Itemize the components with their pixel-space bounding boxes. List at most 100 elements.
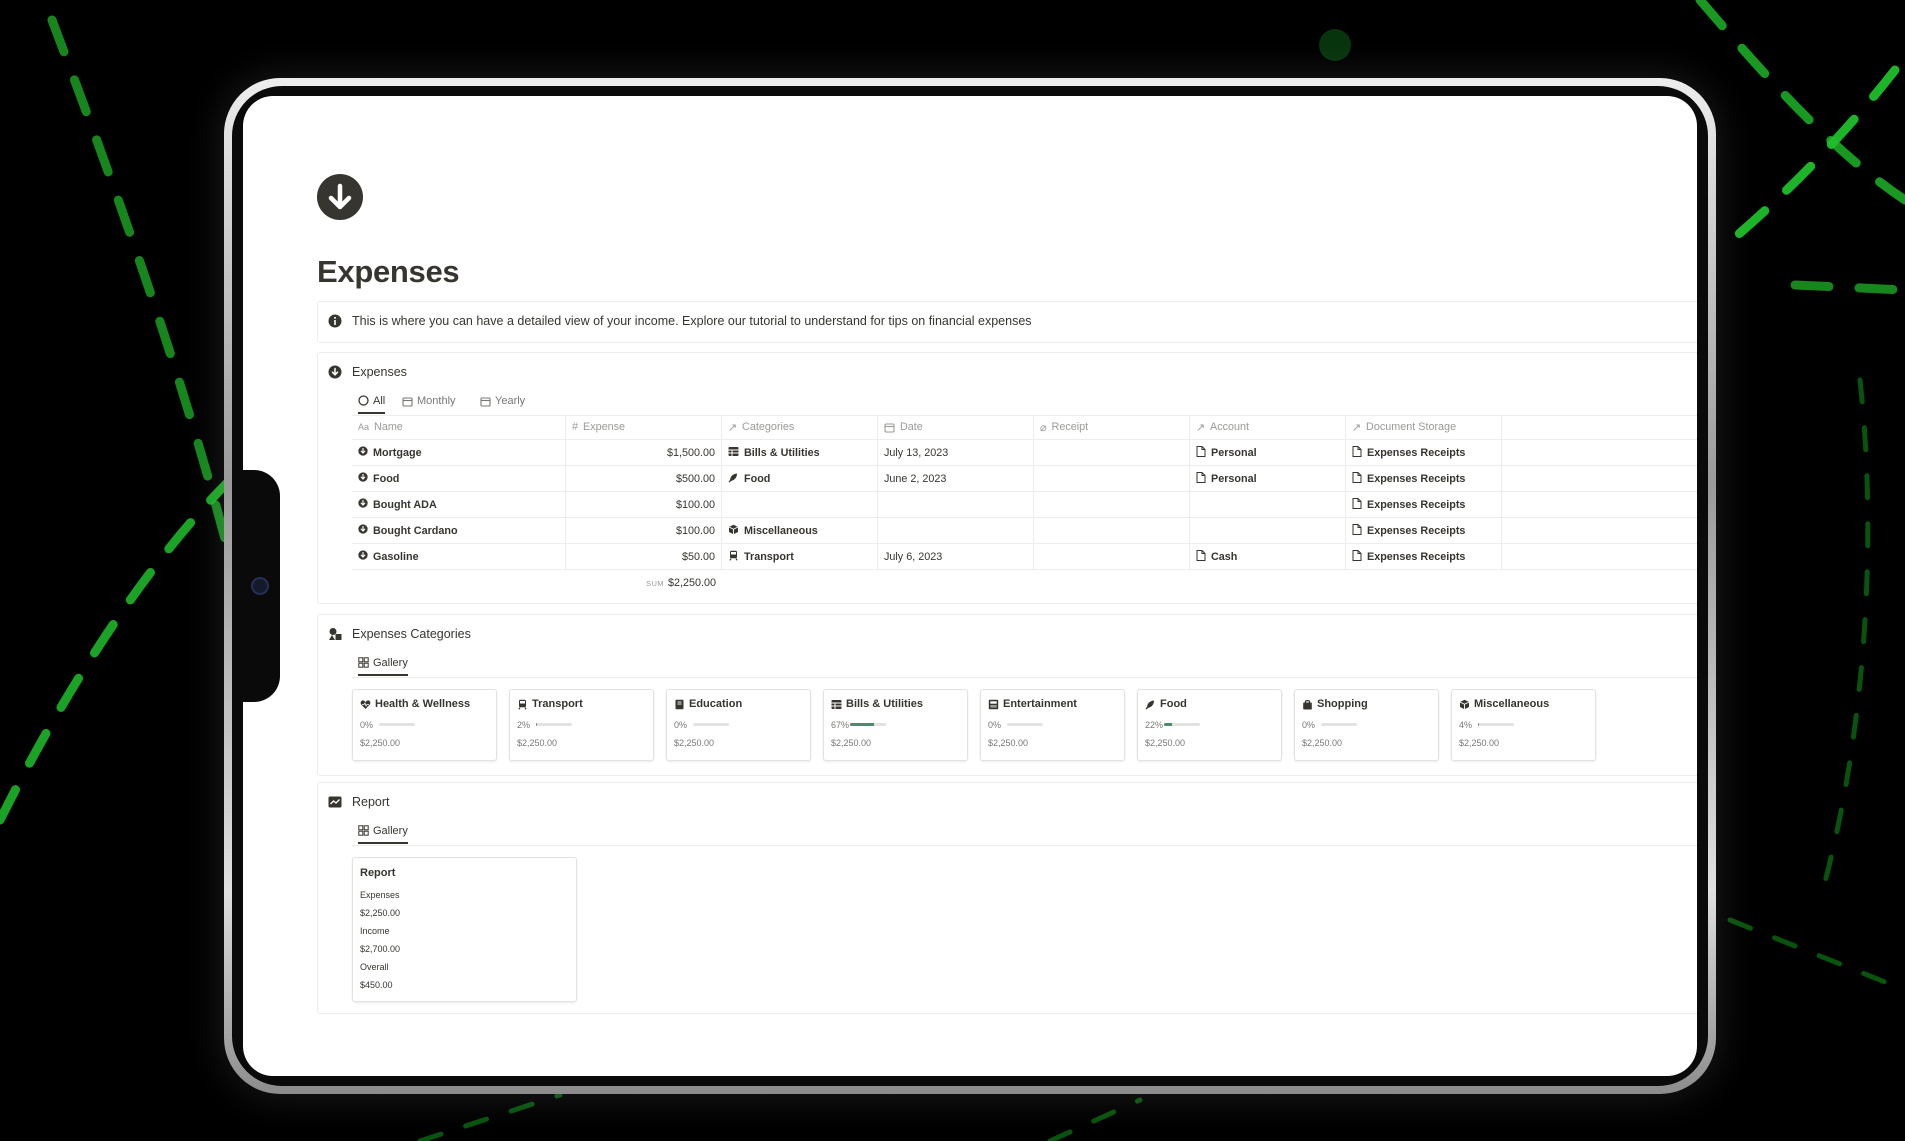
- circle-icon: [358, 395, 369, 406]
- column-header-date[interactable]: Date: [878, 415, 1034, 439]
- progress-bar: [1164, 723, 1200, 726]
- cell-expense[interactable]: $1,500.00: [566, 440, 722, 465]
- tab-all[interactable]: All: [358, 389, 386, 414]
- tab-gallery[interactable]: Gallery: [358, 651, 408, 676]
- category-card[interactable]: Miscellaneous 4% $2,250.00: [1451, 689, 1596, 761]
- cell-name[interactable]: Gasoline: [352, 544, 566, 569]
- column-header-document-storage[interactable]: ↗ Document Storage: [1346, 415, 1502, 439]
- cell-receipt[interactable]: [1034, 466, 1190, 491]
- arrow-down-circle-icon: [358, 524, 368, 537]
- cell-receipt[interactable]: [1034, 518, 1190, 543]
- row-document-storage[interactable]: Expenses Receipts: [1367, 551, 1465, 563]
- database-title[interactable]: Expenses Categories: [352, 627, 471, 641]
- row-document-storage[interactable]: Expenses Receipts: [1367, 525, 1465, 537]
- cell-document-storage[interactable]: Expenses Receipts: [1346, 544, 1502, 569]
- arrow-down-circle-icon: [358, 550, 368, 563]
- cell-name[interactable]: Mortgage: [352, 440, 566, 465]
- cell-receipt[interactable]: [1034, 440, 1190, 465]
- report-card[interactable]: Report Expenses $2,250.00 Income $2,700.…: [352, 857, 577, 1002]
- sum-row: SUM $2,250.00: [352, 570, 1697, 596]
- cell-date[interactable]: July 13, 2023: [878, 440, 1034, 465]
- cell-account[interactable]: [1190, 518, 1346, 543]
- tab-gallery[interactable]: Gallery: [358, 819, 408, 844]
- category-card[interactable]: Transport 2% $2,250.00: [509, 689, 654, 761]
- column-header-name[interactable]: Aa Name: [352, 415, 566, 439]
- cell-expense[interactable]: $500.00: [566, 466, 722, 491]
- column-header-receipt[interactable]: ⌀ Receipt: [1034, 415, 1190, 439]
- cell-document-storage[interactable]: Expenses Receipts: [1346, 466, 1502, 491]
- cell-account[interactable]: [1190, 492, 1346, 517]
- cell-account[interactable]: Cash: [1190, 544, 1346, 569]
- card-amount: $2,250.00: [517, 738, 558, 748]
- cell-categories[interactable]: [722, 492, 878, 517]
- cell-name[interactable]: Food: [352, 466, 566, 491]
- cell-expense[interactable]: $100.00: [566, 518, 722, 543]
- cell-categories[interactable]: Miscellaneous: [722, 518, 878, 543]
- category-card[interactable]: Entertainment 0% $2,250.00: [980, 689, 1125, 761]
- category-card[interactable]: Food 22% $2,250.00: [1137, 689, 1282, 761]
- row-account[interactable]: Cash: [1211, 551, 1237, 563]
- table-row[interactable]: Bought ADA $100.00 Expenses Receipts: [352, 492, 1697, 518]
- cell-date[interactable]: July 6, 2023: [878, 544, 1034, 569]
- cell-document-storage[interactable]: Expenses Receipts: [1346, 492, 1502, 517]
- column-header-empty: [1502, 415, 1697, 439]
- row-document-storage[interactable]: Expenses Receipts: [1367, 499, 1465, 511]
- database-title[interactable]: Expenses: [352, 365, 407, 379]
- cell-date[interactable]: June 2, 2023: [878, 466, 1034, 491]
- column-header-categories[interactable]: ↗ Categories: [722, 415, 878, 439]
- cell-account[interactable]: Personal: [1190, 466, 1346, 491]
- cell-name[interactable]: Bought ADA: [352, 492, 566, 517]
- table-row[interactable]: Food $500.00 Food June 2, 2023 Personal Expen…: [352, 466, 1697, 492]
- cell-date[interactable]: [878, 518, 1034, 543]
- row-account[interactable]: Personal: [1211, 447, 1257, 459]
- sum-calculation[interactable]: SUM $2,250.00: [566, 570, 722, 596]
- row-date: July 13, 2023: [884, 446, 949, 459]
- expenses-value: $2,250.00: [360, 908, 401, 918]
- row-category[interactable]: Miscellaneous: [744, 525, 818, 537]
- cell-categories[interactable]: Food: [722, 466, 878, 491]
- row-document-storage[interactable]: Expenses Receipts: [1367, 473, 1465, 485]
- card-title: Miscellaneous: [1459, 698, 1549, 710]
- category-card[interactable]: Shopping 0% $2,250.00: [1294, 689, 1439, 761]
- page-icon: [1196, 471, 1206, 486]
- cell-expense[interactable]: $100.00: [566, 492, 722, 517]
- income-label: Income: [360, 926, 390, 936]
- cell-document-storage[interactable]: Expenses Receipts: [1346, 518, 1502, 543]
- row-name: Gasoline: [373, 550, 419, 563]
- column-header-expense[interactable]: # Expense: [566, 415, 722, 439]
- card-title-text: Miscellaneous: [1474, 698, 1550, 710]
- row-document-storage[interactable]: Expenses Receipts: [1367, 447, 1465, 459]
- database-title[interactable]: Report: [352, 795, 390, 809]
- row-category[interactable]: Food: [744, 473, 770, 485]
- table-row[interactable]: Bought Cardano $100.00 Miscellaneous Expens…: [352, 518, 1697, 544]
- table-row[interactable]: Gasoline $50.00 Transport July 6, 2023 Cash E…: [352, 544, 1697, 570]
- row-account[interactable]: Personal: [1211, 473, 1257, 485]
- card-title-text: Food: [1160, 698, 1187, 710]
- card-percent: 22%: [1145, 720, 1164, 730]
- card-percent: 0%: [1302, 720, 1316, 730]
- card-amount: $2,250.00: [1145, 738, 1186, 748]
- cell-name[interactable]: Bought Cardano: [352, 518, 566, 543]
- tab-yearly[interactable]: Yearly: [480, 389, 525, 413]
- card-amount: $2,250.00: [674, 738, 715, 748]
- cell-document-storage[interactable]: Expenses Receipts: [1346, 440, 1502, 465]
- page-icon: [1196, 549, 1206, 564]
- cell-receipt[interactable]: [1034, 492, 1190, 517]
- cell-receipt[interactable]: [1034, 544, 1190, 569]
- column-header-account[interactable]: ↗ Account: [1190, 415, 1346, 439]
- table-row[interactable]: Mortgage $1,500.00 Bills & Utilities July 1…: [352, 440, 1697, 466]
- cell-account[interactable]: Personal: [1190, 440, 1346, 465]
- category-card[interactable]: Bills & Utilities 67% $2,250.00: [823, 689, 968, 761]
- cell-categories[interactable]: Bills & Utilities: [722, 440, 878, 465]
- row-category[interactable]: Bills & Utilities: [744, 447, 820, 459]
- category-card[interactable]: Education 0% $2,250.00: [666, 689, 811, 761]
- category-card[interactable]: Health & Wellness 0% $2,250.00: [352, 689, 497, 761]
- row-category[interactable]: Transport: [744, 551, 794, 563]
- tab-monthly[interactable]: Monthly: [402, 389, 456, 413]
- camera-icon: [251, 577, 269, 595]
- cell-categories[interactable]: Transport: [722, 544, 878, 569]
- card-title: Food: [1145, 698, 1187, 710]
- cell-date[interactable]: [878, 492, 1034, 517]
- cell-expense[interactable]: $50.00: [566, 544, 722, 569]
- categories-database: Expenses Categories Gallery Health & Wel…: [317, 614, 1697, 776]
